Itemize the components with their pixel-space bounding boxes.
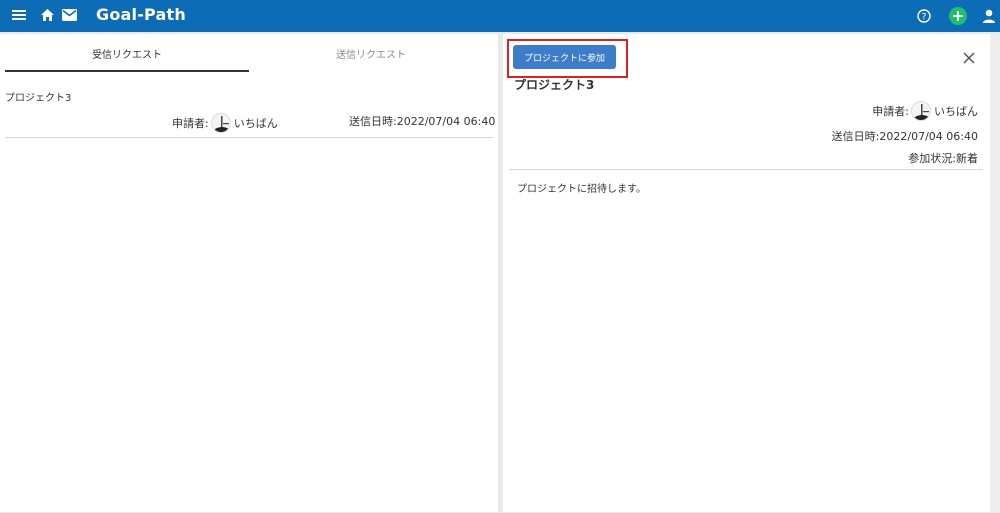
user-icon[interactable] (982, 9, 996, 23)
avatar (210, 113, 231, 133)
svg-text:?: ? (922, 12, 927, 22)
sent-value: 2022/07/04 06:40 (396, 114, 496, 128)
sent-value: 2022/07/04 06:40 (879, 129, 978, 143)
list-divider (5, 137, 493, 138)
tab-received-requests[interactable]: 受信リクエスト (5, 34, 249, 72)
scroll-gutter (990, 34, 1000, 512)
detail-divider (509, 169, 983, 170)
applicant-name: いちばん (233, 117, 278, 130)
sent-label: 送信日時: (831, 130, 880, 143)
detail-applicant: 申請者: いちばん (872, 101, 978, 121)
detail-project-name: プロジェクト3 (514, 78, 595, 92)
avatar (911, 101, 931, 121)
detail-status: 参加状況: 新着 (908, 150, 978, 166)
status-label: 参加状況: (908, 152, 956, 165)
request-applicant: 申請者: いちばん (172, 113, 278, 133)
status-badge: 新着 (956, 152, 978, 165)
mail-icon[interactable] (62, 9, 77, 21)
tab-sent-requests[interactable]: 送信リクエスト (249, 34, 493, 72)
applicant-name: いちばん (934, 105, 978, 118)
sent-label: 送信日時: (349, 115, 397, 128)
app-title[interactable]: Goal-Path (96, 5, 186, 24)
request-list-panel: 受信リクエスト 送信リクエスト プロジェクト3 申請者: いちばん 送信日時: … (0, 34, 498, 512)
close-icon[interactable] (962, 50, 976, 64)
join-project-button[interactable]: プロジェクトに参加 (513, 45, 616, 69)
request-sent-time: 送信日時: 2022/07/04 06:40 (349, 113, 495, 129)
request-project-name: プロジェクト3 (5, 93, 72, 104)
home-icon[interactable] (40, 8, 55, 22)
applicant-label: 申請者: (872, 105, 909, 118)
help-icon[interactable]: ? (917, 9, 931, 23)
app-bar: Goal-Path ? (0, 0, 1000, 32)
tab-active-indicator (5, 70, 249, 72)
detail-sent-time: 送信日時: 2022/07/04 06:40 (832, 128, 978, 144)
menu-icon[interactable] (12, 9, 26, 21)
applicant-label: 申請者: (172, 117, 209, 130)
detail-message: プロジェクトに招待します。 (517, 184, 646, 195)
add-icon[interactable] (949, 7, 967, 25)
